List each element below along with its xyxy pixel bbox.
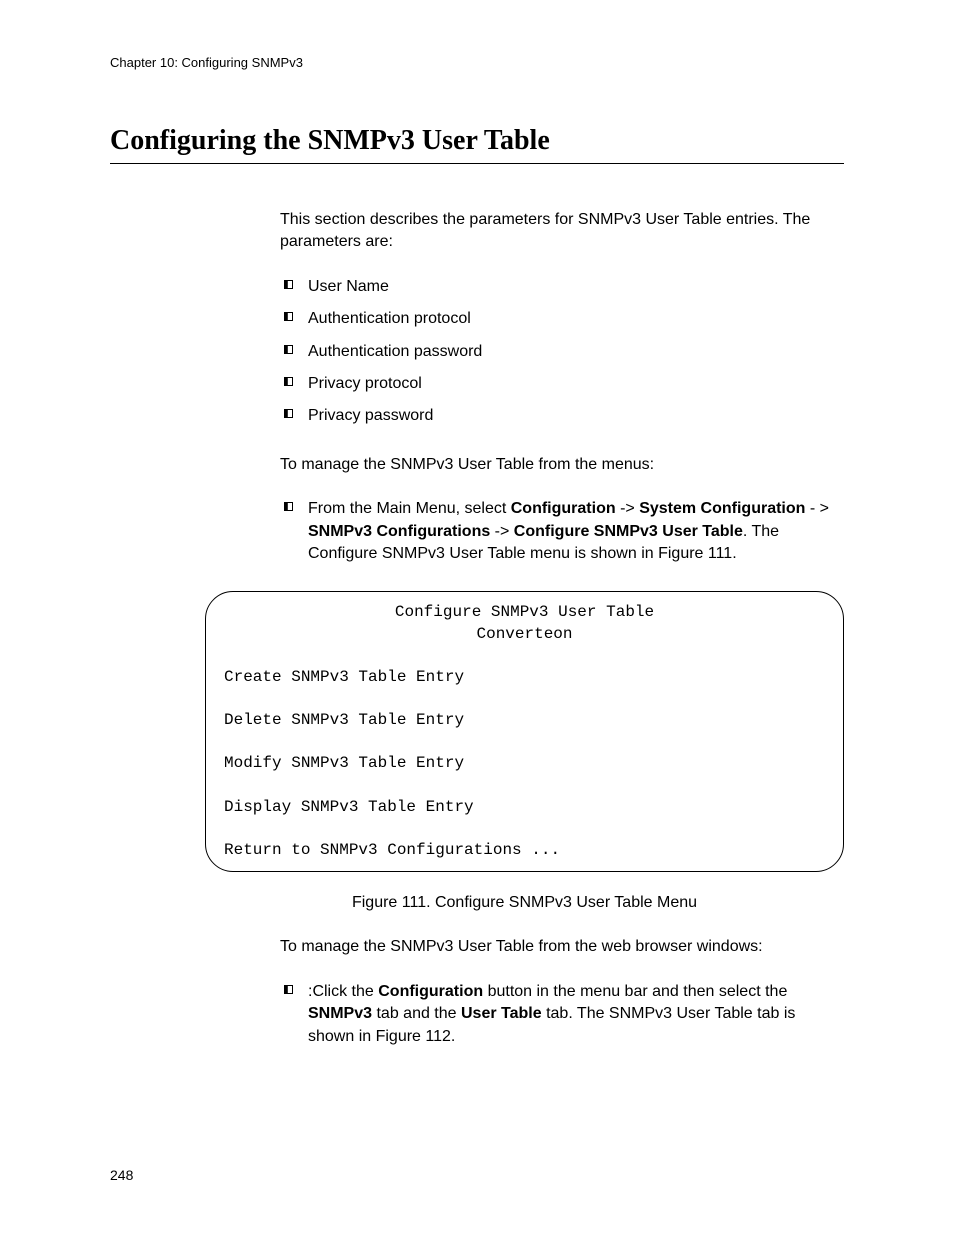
menu-item: Create SNMPv3 Table Entry — [224, 668, 464, 686]
nav-text: :Click the — [308, 983, 378, 1000]
intro-paragraph: This section describes the parameters fo… — [280, 209, 844, 254]
manage-web-intro: To manage the SNMPv3 User Table from the… — [280, 936, 844, 958]
nav-bold: System Configuration — [639, 500, 805, 517]
list-item: User Name — [280, 276, 844, 298]
manage-menu-intro: To manage the SNMPv3 User Table from the… — [280, 454, 844, 476]
nav-bold: SNMPv3 — [308, 1005, 372, 1022]
list-item: Authentication password — [280, 341, 844, 363]
section-title: Configuring the SNMPv3 User Table — [110, 125, 844, 164]
terminal-menu-box: Configure SNMPv3 User TableConverteon Cr… — [205, 591, 844, 872]
nav-text: button in the menu bar and then select t… — [483, 983, 787, 1000]
page-number: 248 — [110, 1167, 133, 1183]
nav-text: -> — [490, 523, 514, 540]
menu-title: Configure SNMPv3 User Table — [224, 602, 825, 624]
nav-text: tab and the — [372, 1005, 461, 1022]
menu-item: Modify SNMPv3 Table Entry — [224, 754, 464, 772]
menu-item: Delete SNMPv3 Table Entry — [224, 711, 464, 729]
nav-bold: User Table — [461, 1005, 542, 1022]
list-item: :Click the Configuration button in the m… — [280, 981, 844, 1048]
list-item: Authentication protocol — [280, 308, 844, 330]
parameter-list: User Name Authentication protocol Authen… — [280, 276, 844, 428]
running-header: Chapter 10: Configuring SNMPv3 — [110, 55, 844, 70]
list-item: Privacy password — [280, 405, 844, 427]
menu-item: Return to SNMPv3 Configurations ... — [224, 841, 560, 859]
list-item: Privacy protocol — [280, 373, 844, 395]
nav-bold: SNMPv3 Configurations — [308, 523, 490, 540]
nav-text: From the Main Menu, select — [308, 500, 511, 517]
nav-bold: Configuration — [378, 983, 483, 1000]
web-nav-list: :Click the Configuration button in the m… — [280, 981, 844, 1048]
list-item: From the Main Menu, select Configuration… — [280, 498, 844, 565]
menu-subtitle: Converteon — [224, 624, 825, 646]
nav-text: -> — [616, 500, 640, 517]
figure-caption: Figure 111. Configure SNMPv3 User Table … — [205, 894, 844, 912]
menu-item: Display SNMPv3 Table Entry — [224, 798, 474, 816]
nav-text: - > — [805, 500, 829, 517]
nav-bold: Configuration — [511, 500, 616, 517]
menu-nav-list: From the Main Menu, select Configuration… — [280, 498, 844, 565]
nav-bold: Configure SNMPv3 User Table — [514, 523, 743, 540]
